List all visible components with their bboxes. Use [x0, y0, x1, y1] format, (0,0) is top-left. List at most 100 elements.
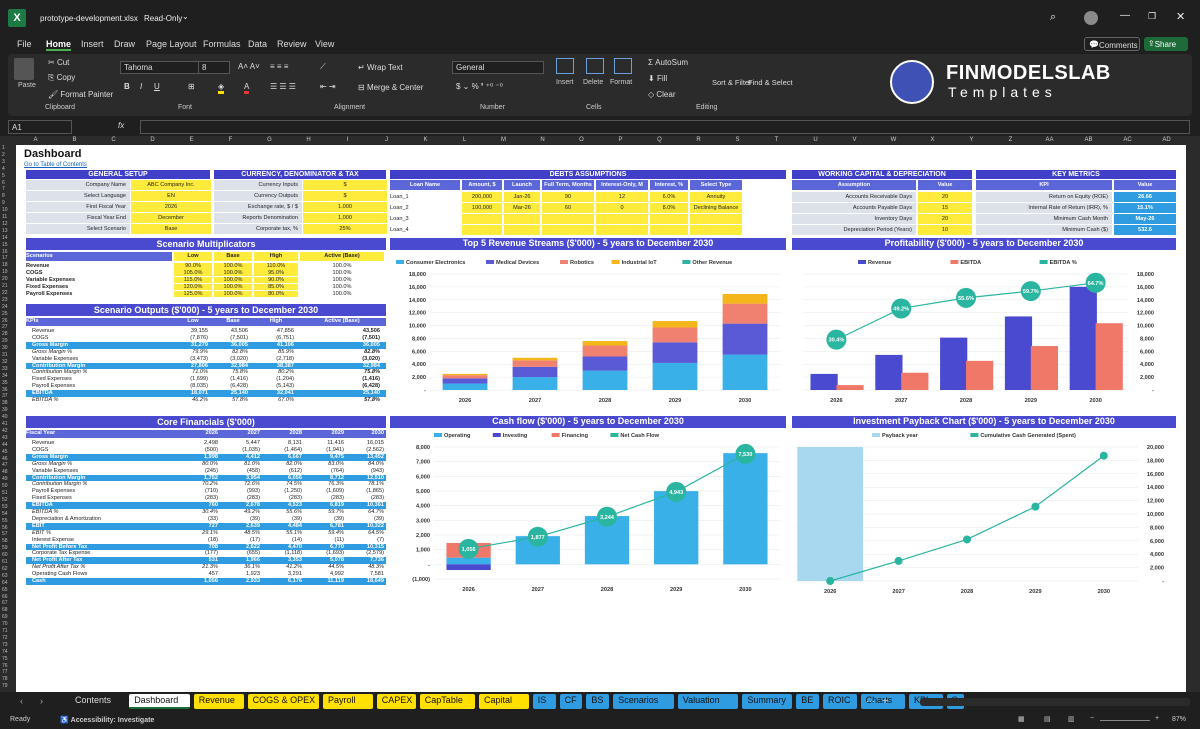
row-header[interactable]: 49: [2, 476, 8, 482]
tab-capital[interactable]: Capital: [479, 694, 529, 709]
column-header[interactable]: Q: [640, 137, 679, 143]
menu-page-layout[interactable]: Page Layout: [146, 39, 197, 49]
insert-button[interactable]: Insert: [556, 79, 574, 86]
multipliers-cell[interactable]: 110.0%: [254, 263, 298, 269]
currency-icon[interactable]: $ ⌄ % ❜ ⁺⁰ ⁻⁰: [456, 82, 503, 91]
multipliers-cell[interactable]: 100.0%: [214, 291, 252, 297]
zoom-level[interactable]: 87%: [1172, 716, 1186, 723]
borders-icon[interactable]: ⊞: [188, 82, 195, 91]
row-header[interactable]: 62: [2, 566, 8, 572]
debts-cell[interactable]: Mar-26: [504, 205, 540, 211]
debts-cell[interactable]: Jan-26: [504, 194, 540, 200]
column-header[interactable]: AC: [1108, 137, 1147, 143]
row-header[interactable]: 57: [2, 531, 8, 537]
toc-link[interactable]: Go to Table of Contents: [24, 162, 87, 168]
row-header[interactable]: 8: [2, 193, 5, 199]
debts-cell[interactable]: 12: [596, 194, 648, 200]
multipliers-cell[interactable]: 90.0%: [174, 263, 212, 269]
multipliers-cell[interactable]: 95.0%: [254, 270, 298, 276]
row-header[interactable]: 37: [2, 393, 8, 399]
column-header[interactable]: K: [406, 137, 445, 143]
avatar[interactable]: [1084, 11, 1098, 25]
merge-center-button[interactable]: ⊟ Merge & Center: [358, 83, 423, 92]
fill-button[interactable]: ⬇ Fill: [648, 74, 667, 83]
general-setup-value[interactable]: 2026: [131, 204, 211, 210]
column-header[interactable]: E: [172, 137, 211, 143]
debts-cell[interactable]: 0: [596, 205, 648, 211]
tab-bs[interactable]: BS: [586, 694, 610, 709]
row-header[interactable]: 59: [2, 545, 8, 551]
row-header[interactable]: 76: [2, 663, 8, 669]
currency-value[interactable]: $: [303, 193, 387, 199]
general-setup-value[interactable]: EN: [131, 193, 211, 199]
column-header[interactable]: V: [835, 137, 874, 143]
row-header[interactable]: 10: [2, 207, 8, 213]
share-button[interactable]: ⇪ Share: [1144, 37, 1188, 51]
row-header[interactable]: 22: [2, 290, 8, 296]
row-header[interactable]: 67: [2, 600, 8, 606]
normal-view-icon[interactable]: ▦: [1018, 715, 1025, 723]
column-header[interactable]: AB: [1069, 137, 1108, 143]
row-header[interactable]: 60: [2, 552, 8, 558]
row-header[interactable]: 65: [2, 587, 8, 593]
row-header[interactable]: 9: [2, 200, 5, 206]
row-header[interactable]: 56: [2, 525, 8, 531]
font-name-select[interactable]: Tahoma: [120, 61, 204, 74]
wc-value[interactable]: 20: [918, 194, 972, 200]
general-setup-value[interactable]: ABC Company Inc.: [131, 182, 211, 188]
accessibility-status[interactable]: ♿ Accessibility: Investigate: [60, 716, 154, 724]
copy-button[interactable]: ⎘ Copy: [48, 73, 75, 83]
fill-color-icon[interactable]: ◈: [218, 82, 225, 94]
column-header[interactable]: U: [796, 137, 835, 143]
menu-view[interactable]: View: [315, 39, 334, 49]
tab-more-icon[interactable]: ⋯: [866, 696, 875, 707]
row-header[interactable]: 75: [2, 656, 8, 662]
italic-icon[interactable]: I: [140, 82, 142, 91]
row-header[interactable]: 11: [2, 214, 7, 220]
row-header[interactable]: 24: [2, 304, 8, 310]
orientation-icon[interactable]: ⟋: [320, 62, 326, 72]
column-header[interactable]: D: [133, 137, 172, 143]
row-header[interactable]: 43: [2, 435, 8, 441]
row-header[interactable]: 17: [2, 255, 8, 261]
debts-cell[interactable]: 6.0%: [650, 194, 688, 200]
wc-value[interactable]: 15: [918, 205, 972, 211]
column-header[interactable]: X: [913, 137, 952, 143]
font-color-icon[interactable]: A: [244, 82, 250, 94]
tab-scroll-left-icon[interactable]: ‹: [20, 696, 23, 706]
tab-summary[interactable]: Summary: [742, 694, 793, 709]
page-break-view-icon[interactable]: ▥: [1068, 715, 1075, 723]
number-format-select[interactable]: General: [452, 61, 544, 74]
menu-home[interactable]: Home: [46, 39, 72, 51]
close-icon[interactable]: ✕: [1176, 10, 1185, 23]
row-header[interactable]: 35: [2, 380, 8, 386]
column-header[interactable]: G: [250, 137, 289, 143]
column-header[interactable]: I: [328, 137, 367, 143]
row-header[interactable]: 63: [2, 573, 8, 579]
menu-draw[interactable]: Draw: [114, 39, 135, 49]
row-header[interactable]: 74: [2, 649, 8, 655]
currency-value[interactable]: 1.000: [303, 204, 387, 210]
delete-button[interactable]: Delete: [583, 79, 603, 86]
debts-cell[interactable]: 8.0%: [650, 205, 688, 211]
debts-cell[interactable]: 100,000: [462, 205, 502, 211]
multipliers-cell[interactable]: 100.0%: [214, 263, 252, 269]
paste-icon[interactable]: [14, 58, 34, 80]
row-header[interactable]: 32: [2, 359, 8, 365]
row-header[interactable]: 46: [2, 456, 8, 462]
row-header[interactable]: 4: [2, 166, 5, 172]
row-header[interactable]: 12: [2, 221, 8, 227]
cut-button[interactable]: ✂ Cut: [48, 58, 69, 67]
general-setup-value[interactable]: December: [131, 215, 211, 221]
tab-scroll-right-icon[interactable]: ›: [40, 696, 43, 706]
format-button[interactable]: Format: [610, 79, 632, 86]
row-header[interactable]: 71: [2, 628, 8, 634]
row-header[interactable]: 58: [2, 538, 8, 544]
row-header[interactable]: 45: [2, 449, 8, 455]
align-top-icon[interactable]: ≡ ≡ ≡: [270, 62, 288, 71]
column-header[interactable]: L: [445, 137, 484, 143]
paste-button[interactable]: Paste: [18, 82, 36, 89]
formula-input[interactable]: [140, 120, 1190, 134]
column-header[interactable]: T: [757, 137, 796, 143]
row-header[interactable]: 20: [2, 276, 8, 282]
